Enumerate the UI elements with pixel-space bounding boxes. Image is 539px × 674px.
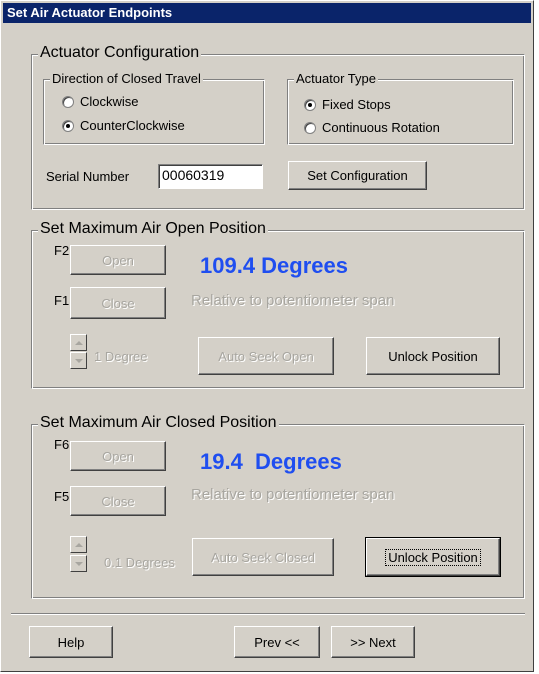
unlock-position-closed-button[interactable]: Unlock Position bbox=[365, 537, 501, 577]
radio-counterclockwise-label: CounterClockwise bbox=[80, 118, 185, 133]
next-button[interactable]: >> Next bbox=[331, 626, 415, 658]
radio-clockwise[interactable]: Clockwise bbox=[62, 94, 139, 109]
close-button[interactable]: Close bbox=[70, 287, 166, 319]
close-button-label: Close bbox=[101, 493, 135, 509]
direction-group: Direction of Closed Travel Clockwise Cou… bbox=[43, 71, 265, 145]
radio-fixed-stops-label: Fixed Stops bbox=[322, 97, 391, 112]
radio-circle bbox=[304, 121, 316, 134]
closed-degrees-readout: 19.4 Degrees bbox=[200, 449, 342, 474]
closed-position-group: Set Maximum Air Closed Position F6 Open … bbox=[31, 414, 525, 599]
radio-circle bbox=[62, 95, 74, 108]
auto-seek-closed-label: Auto Seek Closed bbox=[210, 549, 316, 565]
arrow-down-icon bbox=[74, 561, 83, 566]
open-relative-text: Relative to potentiometer span bbox=[191, 292, 395, 309]
step-up-arrow[interactable] bbox=[70, 334, 87, 351]
prev-button-label: Prev << bbox=[254, 634, 300, 650]
open-button[interactable]: Open bbox=[70, 245, 166, 275]
step-down-arrow[interactable] bbox=[70, 352, 87, 369]
f6-key-label: F6 bbox=[54, 437, 70, 452]
radio-counterclockwise[interactable]: CounterClockwise bbox=[62, 118, 185, 133]
actuator-type-title: Actuator Type bbox=[294, 71, 378, 86]
arrow-up-icon bbox=[74, 542, 83, 547]
closed-step-size: 0.1 Degrees bbox=[104, 555, 175, 570]
arrow-down-icon bbox=[74, 358, 83, 363]
closed-relative-text: Relative to potentiometer span bbox=[191, 486, 395, 503]
open-button[interactable]: Open bbox=[70, 441, 166, 471]
radio-fixed-stops[interactable]: Fixed Stops bbox=[304, 97, 391, 112]
unlock-position-closed-label: Unlock Position bbox=[385, 548, 481, 566]
radio-clockwise-label: Clockwise bbox=[80, 94, 139, 109]
f1-key-label: F1 bbox=[54, 293, 70, 308]
footer-separator bbox=[11, 613, 525, 615]
f2-key-label: F2 bbox=[54, 243, 70, 258]
help-button-label: Help bbox=[57, 634, 85, 650]
open-degrees-readout: 109.4 Degrees bbox=[200, 253, 348, 278]
close-button-label: Close bbox=[101, 295, 135, 311]
open-position-title: Set Maximum Air Open Position bbox=[38, 220, 268, 238]
help-button[interactable]: Help bbox=[29, 626, 113, 658]
actuator-configuration-title: Actuator Configuration bbox=[38, 44, 202, 62]
set-configuration-button[interactable]: Set Configuration bbox=[288, 161, 427, 190]
open-button-label: Open bbox=[102, 252, 134, 268]
serial-number-label: Serial Number bbox=[46, 169, 130, 184]
actuator-configuration-group: Actuator Configuration Direction of Clos… bbox=[31, 44, 525, 210]
next-button-label: >> Next bbox=[350, 634, 396, 650]
open-position-group: Set Maximum Air Open Position F2 Open 10… bbox=[31, 220, 525, 389]
unlock-position-open-label: Unlock Position bbox=[388, 348, 478, 364]
serial-number-input[interactable]: 00060319 bbox=[158, 164, 263, 189]
close-button[interactable]: Close bbox=[70, 486, 166, 516]
auto-seek-open-label: Auto Seek Open bbox=[218, 348, 314, 364]
step-up-arrow[interactable] bbox=[70, 536, 87, 553]
f5-key-label: F5 bbox=[54, 489, 70, 504]
auto-seek-closed-button[interactable]: Auto Seek Closed bbox=[192, 538, 334, 576]
radio-continuous-rotation-label: Continuous Rotation bbox=[322, 120, 440, 135]
actuator-type-group: Actuator Type Fixed Stops Continuous Rot… bbox=[287, 71, 514, 145]
open-button-label: Open bbox=[102, 448, 134, 464]
radio-circle-checked bbox=[304, 98, 316, 111]
step-down-arrow[interactable] bbox=[70, 555, 87, 572]
direction-title: Direction of Closed Travel bbox=[50, 71, 203, 86]
prev-button[interactable]: Prev << bbox=[234, 626, 320, 658]
radio-circle-checked bbox=[62, 119, 74, 132]
auto-seek-open-button[interactable]: Auto Seek Open bbox=[198, 337, 334, 375]
arrow-up-icon bbox=[74, 340, 83, 345]
radio-continuous-rotation[interactable]: Continuous Rotation bbox=[304, 120, 440, 135]
dialog-window: Set Air Actuator Endpoints Actuator Conf… bbox=[0, 0, 534, 672]
open-step-size: 1 Degree bbox=[94, 349, 148, 364]
unlock-position-open-button[interactable]: Unlock Position bbox=[366, 337, 500, 375]
closed-position-title: Set Maximum Air Closed Position bbox=[38, 414, 279, 432]
set-configuration-label: Set Configuration bbox=[307, 168, 408, 183]
title-bar: Set Air Actuator Endpoints bbox=[3, 3, 531, 23]
